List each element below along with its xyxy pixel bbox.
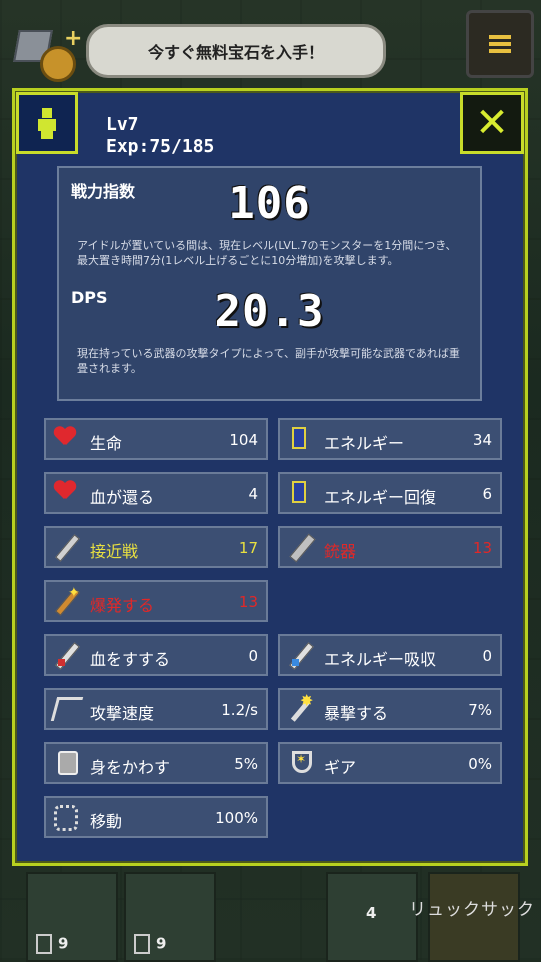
- power-value: 106: [228, 178, 311, 229]
- stat-row: 血をすする 0: [44, 634, 268, 676]
- runner-icon: [54, 805, 80, 831]
- stat-name: 攻撃速度: [90, 704, 155, 723]
- stat-row: 血が還る 4: [44, 472, 268, 514]
- slot-count-value: 9: [156, 934, 167, 953]
- energy-icon: [288, 427, 314, 451]
- stat-value: 4: [248, 485, 258, 503]
- stat-name: 接近戦: [90, 542, 139, 561]
- level-info: Lv7 Exp:75/185: [106, 114, 214, 158]
- stat-value: 34: [472, 431, 492, 449]
- get-gems-button[interactable]: +: [13, 18, 82, 82]
- stat-name: 暴撃する: [324, 704, 389, 723]
- stat-value: 0%: [468, 755, 492, 773]
- stat-row: 生命 104: [44, 418, 268, 460]
- stat-row: 身をかわす 5%: [44, 742, 268, 784]
- energy-icon: [134, 934, 150, 954]
- stat-value: 104: [229, 431, 258, 449]
- dps-value: 20.3: [214, 286, 325, 337]
- sword-icon: [54, 535, 80, 559]
- slot-count-value: 9: [58, 934, 69, 953]
- close-button[interactable]: ✕: [460, 92, 524, 154]
- boot-icon: [54, 751, 80, 775]
- menu-button[interactable]: [466, 10, 534, 78]
- stat-value: 1.2/s: [221, 701, 258, 719]
- stat-row: 攻撃速度 1.2/s: [44, 688, 268, 730]
- bottom-bar: 9 9 リュックサック: [0, 862, 541, 962]
- slot-count: 9: [134, 934, 166, 954]
- exp-label: Exp:75/185: [106, 136, 215, 157]
- stat-value: 6: [482, 485, 492, 503]
- stat-name: エネルギー吸収: [324, 650, 437, 669]
- stat-value: 7%: [468, 701, 492, 719]
- stat-row: ギア 0%: [278, 742, 502, 784]
- slot-count: 9: [36, 934, 68, 954]
- stat-value: 13: [472, 539, 492, 557]
- free-gems-offer-button[interactable]: 今すぐ無料宝石を入手！: [86, 24, 386, 78]
- stat-name: エネルギー回復: [324, 488, 437, 507]
- power-description: アイドルが置いている間は、現在レベル(LVL.7のモンスターを1分間につき、最大…: [77, 239, 457, 267]
- stat-value: 0: [482, 647, 492, 665]
- backpack-label[interactable]: リュックサック: [409, 895, 535, 920]
- level-label: Lv7: [106, 114, 139, 135]
- stat-row: エネルギー吸収 0: [278, 634, 502, 676]
- stat-row: 移動 100%: [44, 796, 268, 838]
- slot-count-value: 4: [366, 904, 377, 922]
- gun-icon: [288, 535, 314, 559]
- crit-icon: [288, 691, 314, 721]
- stat-value: 5%: [234, 755, 258, 773]
- inventory-slot[interactable]: 9: [124, 872, 216, 962]
- energy-icon: [36, 934, 52, 954]
- inventory-slot[interactable]: 9: [26, 872, 118, 962]
- menu-icon: [489, 35, 511, 53]
- shield-icon: [288, 751, 314, 775]
- heart-icon: [54, 427, 80, 451]
- dagger-red-icon: [54, 643, 80, 667]
- stat-name: ギア: [324, 758, 357, 777]
- heart-plus-icon: [54, 481, 80, 505]
- stat-value: 17: [238, 539, 258, 557]
- stat-name: 身をかわす: [90, 758, 171, 777]
- stat-row: 爆発する 13: [44, 580, 268, 622]
- stat-value: 13: [238, 593, 258, 611]
- plus-icon: +: [64, 26, 83, 51]
- speed-icon: [50, 697, 84, 721]
- dagger-blue-icon: [288, 643, 314, 667]
- stat-row: 暴撃する 7%: [278, 688, 502, 730]
- stat-value: 0: [248, 647, 258, 665]
- coin-icon: [40, 46, 76, 82]
- stat-name: 血が還る: [90, 488, 155, 507]
- stat-row: 接近戦 17: [44, 526, 268, 568]
- stat-name: エネルギー: [324, 434, 405, 453]
- energy-plus-icon: [288, 481, 314, 505]
- stat-name: 生命: [90, 434, 123, 453]
- stat-name: 爆発する: [90, 596, 155, 615]
- stat-name: 銃器: [324, 542, 357, 561]
- stat-row: エネルギー 34: [278, 418, 502, 460]
- character-icon: [38, 108, 56, 139]
- stat-name: 血をすする: [90, 650, 171, 669]
- stat-value: 100%: [215, 809, 258, 827]
- stat-name: 移動: [90, 812, 123, 831]
- dps-description: 現在持っている武器の攻撃タイプによって、副手が攻撃可能な武器であれば重畳されます…: [77, 347, 460, 375]
- power-info-box: 戦力指数 106 アイドルが置いている間は、現在レベル(LVL.7のモンスターを…: [57, 166, 482, 401]
- stat-row: エネルギー回復 6: [278, 472, 502, 514]
- stat-row: 銃器 13: [278, 526, 502, 568]
- wand-icon: [54, 585, 80, 613]
- character-avatar-button[interactable]: [16, 92, 78, 154]
